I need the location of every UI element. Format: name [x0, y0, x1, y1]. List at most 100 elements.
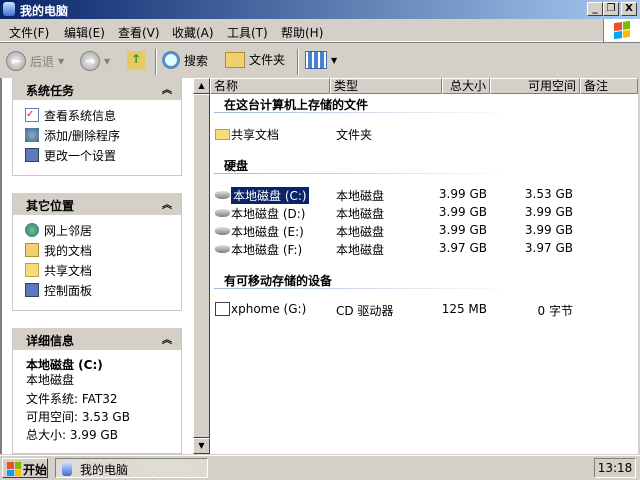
add-remove-programs-icon [25, 128, 39, 142]
menu-help[interactable]: 帮助(H) [281, 24, 323, 41]
my-computer-icon [62, 462, 72, 476]
place-label: 我的文档 [44, 243, 93, 258]
item-type: 文件夹 [336, 128, 373, 142]
back-button[interactable]: ← 后退 ▼ [6, 51, 64, 71]
item-total-size: 125 MB [441, 302, 487, 316]
item-type: 本地磁盘 [336, 243, 385, 257]
control-panel-icon [25, 283, 39, 297]
place-network[interactable]: 网上邻居 [25, 222, 181, 238]
close-button[interactable]: X [621, 2, 637, 16]
details-header[interactable]: 详细信息 ︽ [13, 328, 181, 350]
list-item[interactable]: xphome (G:) CD 驱动器 125 MB 0 字节 [214, 301, 634, 318]
panel-title: 系统任务 [26, 84, 75, 98]
search-button[interactable]: 搜索 [162, 51, 208, 69]
group-divider [214, 173, 514, 174]
item-name: 本地磁盘 (C:) [230, 186, 310, 205]
scroll-down-button[interactable]: ▼ [193, 438, 210, 454]
start-label: 开始 [23, 463, 48, 477]
windows-logo-icon [7, 462, 21, 476]
folders-button[interactable]: 文件夹 [225, 51, 285, 68]
my-documents-icon [25, 243, 39, 257]
taskbar-item-my-computer[interactable]: 我的电脑 [55, 458, 208, 478]
column-name[interactable]: 名称 [210, 78, 330, 94]
back-label: 后退 [30, 54, 55, 69]
folders-icon [225, 51, 245, 68]
toolbar-separator [155, 49, 157, 75]
panel-title: 详细信息 [26, 334, 75, 348]
column-label: 类型 [334, 79, 359, 93]
task-change-setting[interactable]: 更改一个设置 [25, 147, 181, 163]
details-panel: 详细信息 ︽ 本地磁盘 (C:) 本地磁盘 文件系统: FAT32 可用空间: 3… [12, 328, 182, 454]
back-arrow-icon: ← [6, 51, 26, 71]
task-pane: 系统任务 ︽ ✓ 查看系统信息 添加/删除程序 更改一个设置 其它位置 ︽ 网上邻居 … [0, 78, 193, 454]
item-name: 共享文档 [231, 128, 280, 142]
views-icon [305, 51, 327, 69]
menu-view[interactable]: 查看(V) [118, 24, 160, 41]
views-button[interactable]: ▼ [305, 51, 337, 69]
details-type: 本地磁盘 [26, 373, 75, 387]
item-free-space: 0 字节 [537, 304, 573, 318]
restore-button[interactable]: ❐ [603, 2, 619, 16]
column-free-space[interactable]: 可用空间 [490, 78, 580, 94]
group-header: 有可移动存储的设备 [224, 274, 333, 288]
task-add-remove-programs[interactable]: 添加/删除程序 [25, 127, 181, 143]
item-type: 本地磁盘 [336, 207, 385, 221]
item-free-space: 3.53 GB [524, 187, 573, 201]
panel-title: 其它位置 [26, 199, 75, 213]
search-icon [162, 51, 180, 69]
place-my-documents[interactable]: 我的文档 [25, 242, 181, 258]
my-computer-icon [3, 2, 15, 16]
column-total-size[interactable]: 总大小 [442, 78, 490, 94]
place-control-panel[interactable]: 控制面板 [25, 282, 181, 298]
folder-icon [25, 263, 39, 277]
forward-button[interactable]: → ▼ [80, 51, 110, 71]
network-icon [25, 223, 39, 237]
chevron-down-icon: ▼ [58, 56, 65, 66]
list-item[interactable]: 共享文档 文件夹 [214, 125, 634, 142]
other-places-header[interactable]: 其它位置 ︽ [13, 193, 181, 215]
column-label: 备注 [584, 79, 609, 93]
list-item[interactable]: 本地磁盘 (D:) 本地磁盘 3.99 GB 3.99 GB [214, 204, 634, 221]
scroll-thumb[interactable] [193, 94, 210, 438]
list-item[interactable]: 本地磁盘 (F:) 本地磁盘 3.97 GB 3.97 GB [214, 240, 634, 257]
column-label: 名称 [214, 79, 239, 93]
menu-file[interactable]: 文件(F) [9, 24, 49, 41]
taskbar: 开始 我的电脑 13:18 [0, 455, 640, 480]
up-button[interactable]: ↑ [127, 51, 145, 69]
list-item[interactable]: 本地磁盘 (E:) 本地磁盘 3.99 GB 3.99 GB [214, 222, 634, 239]
search-label: 搜索 [184, 53, 209, 68]
system-info-icon: ✓ [25, 108, 39, 122]
list-item[interactable]: 本地磁盘 (C:) 本地磁盘 3.99 GB 3.53 GB [214, 186, 634, 205]
other-places-panel: 其它位置 ︽ 网上邻居 我的文档 共享文档 控制面板 [12, 193, 182, 311]
item-total-size: 3.99 GB [438, 187, 487, 201]
details-free-space: 可用空间: 3.53 GB [26, 410, 130, 424]
item-name: xphome (G:) [231, 302, 307, 316]
collapse-chevron-icon[interactable]: ︽ [162, 196, 172, 211]
collapse-chevron-icon[interactable]: ︽ [162, 331, 172, 346]
scroll-up-button[interactable]: ▲ [193, 78, 210, 94]
folders-label: 文件夹 [249, 53, 286, 67]
item-free-space: 3.97 GB [524, 241, 573, 255]
window-title: 我的电脑 [20, 4, 69, 18]
item-type: CD 驱动器 [336, 304, 394, 318]
minimize-button[interactable]: _ [587, 2, 603, 16]
task-label: 查看系统信息 [44, 108, 117, 123]
details-filesystem: 文件系统: FAT32 [26, 392, 118, 406]
collapse-chevron-icon[interactable]: ︽ [162, 81, 172, 96]
place-label: 网上邻居 [44, 223, 93, 238]
place-shared-documents[interactable]: 共享文档 [25, 262, 181, 278]
title-bar[interactable]: 我的电脑 _ ❐ X [0, 0, 640, 19]
column-type[interactable]: 类型 [330, 78, 442, 94]
task-pane-scrollbar[interactable]: ▲ ▼ [193, 78, 210, 454]
system-tasks-header[interactable]: 系统任务 ︽ [13, 78, 181, 100]
task-view-system-info[interactable]: ✓ 查看系统信息 [25, 107, 181, 123]
column-comments[interactable]: 备注 [580, 78, 638, 94]
menu-edit[interactable]: 编辑(E) [64, 24, 105, 41]
menu-tools[interactable]: 工具(T) [227, 24, 268, 41]
cd-drive-icon [215, 302, 230, 316]
start-button[interactable]: 开始 [2, 458, 48, 478]
item-type: 本地磁盘 [336, 189, 385, 203]
clock: 13:18 [594, 458, 636, 478]
menu-favorites[interactable]: 收藏(A) [172, 24, 214, 41]
task-label: 添加/删除程序 [44, 128, 121, 143]
